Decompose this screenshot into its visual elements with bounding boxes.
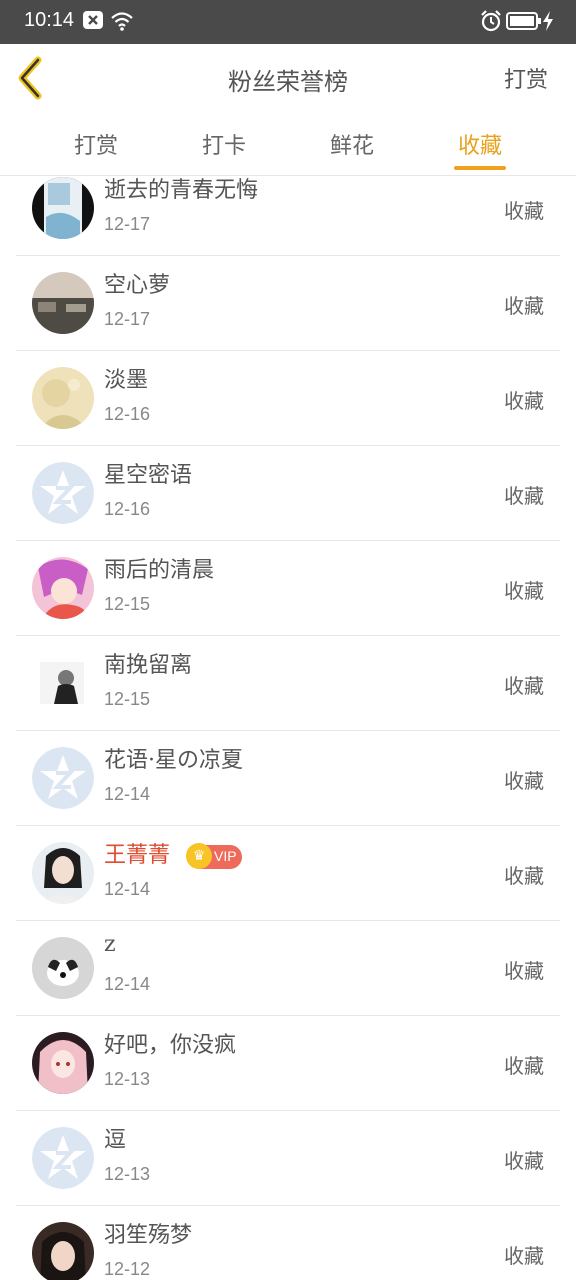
list-item[interactable]: 王菁菁 ♛ VIP 12-14 收藏 xyxy=(16,825,560,921)
action-label: 收藏 xyxy=(504,484,544,508)
book-cover-avatar xyxy=(32,177,94,239)
list-item[interactable]: 花语·星の凉夏 12-14 收藏 xyxy=(16,730,560,826)
tab-checkin[interactable]: 打卡 xyxy=(174,128,274,160)
list-item[interactable]: 逝去的青春无悔 12-17 收藏 xyxy=(16,176,560,256)
action-label: 收藏 xyxy=(504,1244,544,1268)
favorite-date: 12-16 xyxy=(104,404,151,424)
photo-avatar xyxy=(32,842,94,904)
favorite-date: 12-17 xyxy=(104,214,151,234)
user-name: 雨后的清晨 xyxy=(104,558,215,583)
favorite-date: 12-13 xyxy=(104,1069,151,1089)
status-bar: 10:14 xyxy=(0,0,576,44)
favorite-date: 12-14 xyxy=(104,879,151,899)
status-time: 10:14 xyxy=(24,9,75,31)
user-name: 空心萝 xyxy=(104,273,171,298)
list-item[interactable]: 空心萝 12-17 收藏 xyxy=(16,255,560,351)
user-name: 羽笙殇梦 xyxy=(104,1223,193,1248)
user-name: 好吧，你没疯 xyxy=(104,1033,237,1058)
favorite-date: 12-13 xyxy=(104,1164,151,1184)
photo-avatar xyxy=(32,1222,94,1280)
favorite-date: 12-12 xyxy=(104,1259,151,1279)
wifi-icon xyxy=(111,12,133,31)
anime-avatar xyxy=(32,1032,94,1094)
tip-button[interactable]: 打赏 xyxy=(504,62,548,94)
active-tab-indicator xyxy=(454,166,506,170)
charging-icon xyxy=(543,11,553,31)
fan-list: 逝去的青春无悔 12-17 收藏 空心萝 12-17 收藏 淡墨 12-16 收… xyxy=(0,176,576,1280)
favorite-date: 12-15 xyxy=(104,594,151,614)
user-name: 逝去的青春无悔 xyxy=(104,178,259,203)
user-name: 花语·星の凉夏 xyxy=(104,748,243,773)
list-item[interactable]: 逗 12-13 收藏 xyxy=(16,1110,560,1206)
action-label: 收藏 xyxy=(504,959,544,983)
photo-avatar xyxy=(32,367,94,429)
favorite-date: 12-17 xyxy=(104,309,151,329)
vip-badge: ♛ VIP xyxy=(186,843,242,869)
action-label: 收藏 xyxy=(504,1054,544,1078)
user-name: z xyxy=(104,932,116,957)
action-label: 收藏 xyxy=(504,674,544,698)
tab-favorites[interactable]: 收藏 xyxy=(430,128,530,160)
action-label: 收藏 xyxy=(504,389,544,413)
default-z-avatar xyxy=(32,1127,94,1189)
notification-icon xyxy=(83,11,103,29)
favorite-date: 12-15 xyxy=(104,689,151,709)
action-label: 收藏 xyxy=(504,1149,544,1173)
photo-avatar xyxy=(32,652,94,714)
list-item[interactable]: 雨后的清晨 12-15 收藏 xyxy=(16,540,560,636)
action-label: 收藏 xyxy=(504,199,544,223)
favorite-date: 12-14 xyxy=(104,974,151,994)
battery-icon xyxy=(506,12,541,30)
vip-label: VIP xyxy=(214,848,237,864)
list-item[interactable]: 羽笙殇梦 12-12 收藏 xyxy=(16,1205,560,1280)
list-item[interactable]: 星空密语 12-16 收藏 xyxy=(16,445,560,541)
list-item[interactable]: 好吧，你没疯 12-13 收藏 xyxy=(16,1015,560,1111)
default-z-avatar xyxy=(32,747,94,809)
app-header: 粉丝荣誉榜 打赏 xyxy=(0,44,576,113)
favorite-date: 12-16 xyxy=(104,499,151,519)
crown-icon: ♛ xyxy=(186,843,212,869)
anime-avatar xyxy=(32,557,94,619)
tab-flowers[interactable]: 鲜花 xyxy=(302,128,402,160)
list-item[interactable]: z 12-14 收藏 xyxy=(16,920,560,1016)
action-label: 收藏 xyxy=(504,579,544,603)
photo-avatar xyxy=(32,272,94,334)
user-name: 星空密语 xyxy=(104,463,193,488)
tab-tip[interactable]: 打赏 xyxy=(46,128,146,160)
user-name: 王菁菁 xyxy=(104,843,171,868)
action-label: 收藏 xyxy=(504,864,544,888)
page-title: 粉丝荣誉榜 xyxy=(228,68,348,96)
action-label: 收藏 xyxy=(504,294,544,318)
action-label: 收藏 xyxy=(504,769,544,793)
user-name: 南挽留离 xyxy=(104,653,193,678)
list-item[interactable]: 淡墨 12-16 收藏 xyxy=(16,350,560,446)
list-item[interactable]: 南挽留离 12-15 收藏 xyxy=(16,635,560,731)
tab-bar: 打赏 打卡 鲜花 收藏 xyxy=(0,112,576,176)
user-name: 淡墨 xyxy=(104,368,149,393)
alarm-icon xyxy=(481,10,501,32)
default-z-avatar xyxy=(32,462,94,524)
user-name: 逗 xyxy=(104,1128,127,1153)
dog-avatar xyxy=(32,937,94,999)
favorite-date: 12-14 xyxy=(104,784,151,804)
